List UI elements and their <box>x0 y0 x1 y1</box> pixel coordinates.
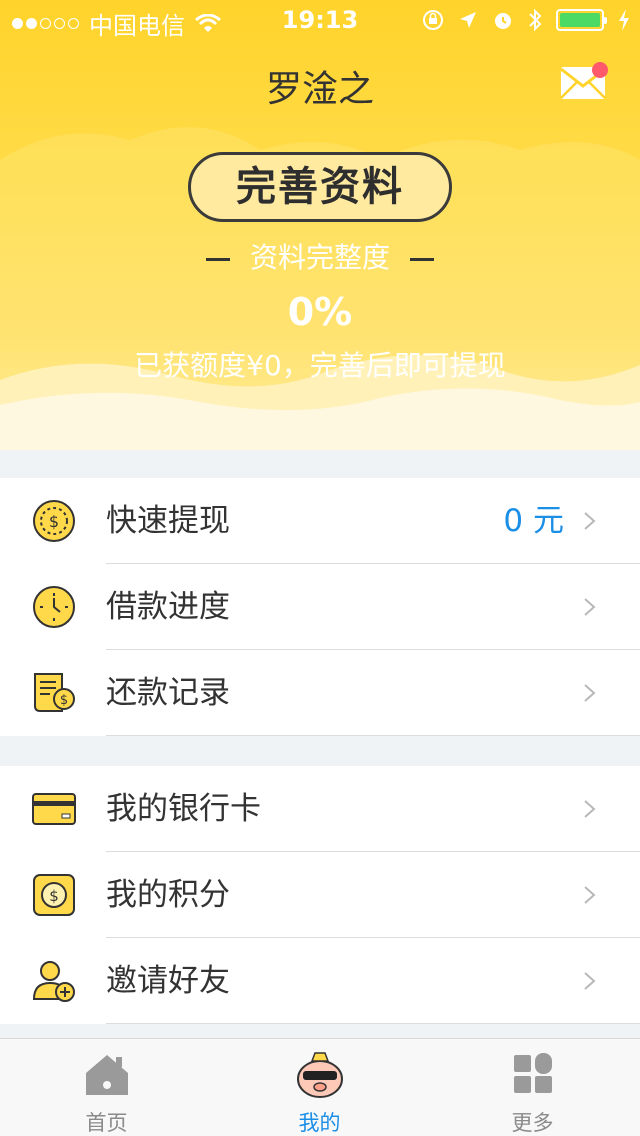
profile-header: 中国电信 19:13 罗淦之 完善资料 资料完整度 0% 已获额度¥0，完善后即… <box>0 0 640 450</box>
unread-badge <box>592 62 608 78</box>
menu-group-account: 我的银行卡 $ 我的积分 邀请好友 <box>0 766 640 1024</box>
tab-label: 首页 <box>85 1111 128 1135</box>
clock-icon <box>33 586 75 628</box>
menu-label: 我的银行卡 <box>106 791 261 827</box>
menu-item-points[interactable]: $ 我的积分 <box>0 852 640 938</box>
menu-label: 快速提现 <box>106 503 230 539</box>
completeness-label: 资料完整度 <box>249 241 390 274</box>
tab-label: 更多 <box>511 1111 554 1135</box>
menu-label: 还款记录 <box>106 675 230 711</box>
pig-mascot-icon <box>297 1052 343 1098</box>
svg-text:$: $ <box>49 512 59 531</box>
withdraw-amount: 0 元 <box>503 503 564 539</box>
menu-label: 我的积分 <box>106 877 230 913</box>
complete-profile-button[interactable]: 完善资料 <box>188 152 452 222</box>
completeness-percent: 0% <box>287 290 353 334</box>
bank-card-icon <box>32 793 76 825</box>
tab-mine[interactable]: 我的 <box>213 1039 426 1136</box>
menu-item-invite-friends[interactable]: 邀请好友 <box>0 938 640 1024</box>
coin-icon: $ <box>33 500 75 542</box>
chevron-right-icon <box>584 886 596 904</box>
page-title: 罗淦之 <box>265 69 374 110</box>
menu-item-loan-progress[interactable]: 借款进度 <box>0 564 640 650</box>
location-icon <box>460 12 476 28</box>
menu-item-bank-card[interactable]: 我的银行卡 <box>0 766 640 852</box>
grid-more-icon <box>514 1053 552 1093</box>
status-bar: 中国电信 19:13 <box>0 0 640 40</box>
alarm-icon <box>495 13 511 29</box>
quota-text: 已获额度¥0，完善后即可提现 <box>134 349 506 382</box>
menu-label: 邀请好友 <box>106 963 230 999</box>
svg-text:$: $ <box>60 693 68 708</box>
menu-item-quick-withdraw[interactable]: $ 快速提现 0 元 <box>0 478 640 564</box>
battery-icon <box>556 9 607 31</box>
chevron-right-icon <box>584 512 596 530</box>
bluetooth-icon <box>529 8 542 32</box>
bill-icon: $ <box>34 673 75 712</box>
rotation-lock-icon <box>423 10 443 30</box>
chevron-right-icon <box>584 684 596 702</box>
tab-bar: 首页 我的 更多 <box>0 1038 640 1136</box>
chevron-right-icon <box>584 598 596 616</box>
invite-friend-icon <box>32 961 75 1002</box>
menu-label: 借款进度 <box>106 589 230 625</box>
charging-icon <box>619 9 629 31</box>
tab-home[interactable]: 首页 <box>0 1039 213 1136</box>
completeness-heading: 资料完整度 <box>0 236 640 276</box>
chevron-right-icon <box>584 800 596 818</box>
tab-label: 我的 <box>298 1111 341 1135</box>
points-icon: $ <box>33 874 75 916</box>
tab-more[interactable]: 更多 <box>426 1039 639 1136</box>
home-icon <box>86 1055 128 1095</box>
menu-item-repayment-records[interactable]: $ 还款记录 <box>0 650 640 736</box>
svg-text:$: $ <box>49 887 59 905</box>
chevron-right-icon <box>584 972 596 990</box>
menu-group-loan: $ 快速提现 0 元 借款进度 $ 还款记录 <box>0 478 640 736</box>
